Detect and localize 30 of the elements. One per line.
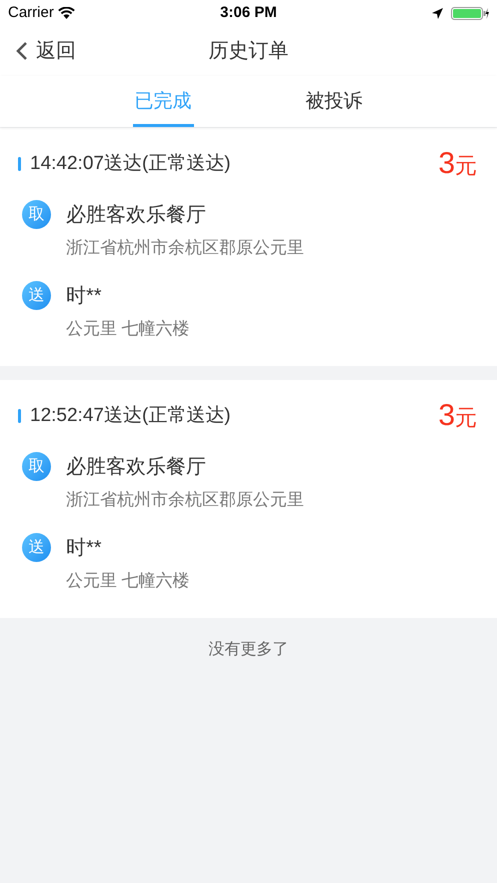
location-arrow-icon — [432, 8, 443, 18]
stop-address: 浙江省杭州市余杭区郡原公元里 — [66, 489, 304, 511]
price-amount: 3 — [438, 149, 455, 179]
stop-address: 浙江省杭州市余杭区郡原公元里 — [66, 237, 304, 259]
stop-badge: 送 — [22, 533, 51, 562]
chevron-left-icon — [16, 41, 28, 61]
stop-name: 必胜客欢乐餐厅 — [66, 455, 207, 480]
stop-name: 必胜客欢乐餐厅 — [66, 203, 207, 228]
carrier-label: Carrier — [8, 2, 54, 23]
page-title: 历史订单 — [208, 39, 288, 64]
price-unit: 元 — [455, 407, 477, 429]
order-card[interactable]: 12:52:47送达(正常送达) 3元 取 必胜客欢乐餐厅 浙江省杭州市余杭区郡原公元里 送 时** 公元里 七幢六楼 — [0, 380, 497, 618]
delivery-time: 12:52:47送达(正常送达) — [30, 404, 231, 428]
stop-address: 公元里 七幢六楼 — [66, 318, 190, 340]
tab[interactable]: 被投诉 — [304, 76, 364, 127]
price-amount: 3 — [438, 401, 455, 431]
delivery-time: 14:42:07送达(正常送达) — [30, 152, 231, 176]
stop-address: 公元里 七幢六楼 — [66, 570, 190, 592]
stop-badge: 取 — [22, 200, 51, 229]
stop-badge: 送 — [22, 281, 51, 310]
stop-badge: 取 — [22, 452, 51, 481]
stop-name: 时** — [66, 284, 103, 309]
battery-icon — [451, 6, 489, 20]
end-of-list-text: 没有更多了 — [208, 640, 288, 660]
price-unit: 元 — [455, 155, 477, 177]
stop-name: 时** — [66, 536, 103, 561]
order-card[interactable]: 14:42:07送达(正常送达) 3元 取 必胜客欢乐餐厅 浙江省杭州市余杭区郡原公元里 送 时** 公元里 七幢六楼 — [0, 128, 497, 366]
wifi-icon — [58, 7, 75, 19]
clock: 3:06 PM — [220, 2, 277, 23]
back-button[interactable]: 返回 — [16, 36, 76, 66]
